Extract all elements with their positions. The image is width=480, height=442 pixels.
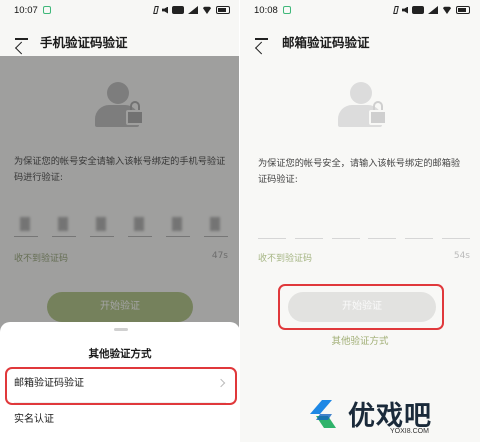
left-phone-screen: 10:07 手机验证码验证 为保证您的帐号安全请输入该帐号绑定的手机号验证码进行… [0,0,240,442]
option-label: 实名认证 [14,414,54,425]
status-icons [393,4,470,16]
other-methods-link[interactable]: 其他验证方式 [240,333,480,347]
battery-icon [456,6,470,14]
status-time: 10:07 [14,5,38,16]
code-digit-5[interactable] [405,215,434,239]
signal-icon [428,6,438,14]
wifi-icon [442,6,452,14]
code-input-row[interactable] [258,215,470,239]
brand-logo-icon [310,400,336,428]
bluetooth-icon [393,6,399,14]
network-tag-icon [172,6,184,14]
back-arrow-icon[interactable] [14,32,30,46]
countdown-timer: 54s [453,251,470,261]
battery-icon [216,6,230,14]
code-digit-4[interactable] [368,215,397,239]
verification-description: 为保证您的帐号安全，请输入该帐号绑定的邮箱验证码验证: [258,158,461,185]
back-arrow-icon[interactable] [254,32,270,46]
page-header: 手机验证码验证 [0,26,240,54]
user-lock-icon [338,82,394,132]
app-notification-icon [43,6,51,14]
status-bar: 10:07 [0,0,240,22]
signal-icon [188,6,198,14]
watermark-url: YOXI8.COM [390,428,429,435]
sheet-title: 其他验证方式 [88,348,152,360]
volume-icon [402,6,408,14]
page-title: 手机验证码验证 [40,35,128,50]
status-time: 10:08 [254,5,278,16]
status-bar: 10:08 [240,0,480,22]
code-digit-2[interactable] [294,215,323,239]
code-digit-1[interactable] [258,215,286,239]
volume-icon [162,6,168,14]
right-phone-screen: 10:08 邮箱验证码验证 为保证您的帐号安全，请输入该帐号绑定的邮箱验证码验证… [240,0,480,442]
watermark-logo: 优戏吧 YOXI8.COM [298,392,478,442]
code-digit-6[interactable] [441,215,470,239]
highlight-box-start-button [278,284,444,330]
sheet-grabber[interactable] [114,328,128,331]
bluetooth-icon [153,6,159,14]
wifi-icon [202,6,212,14]
network-tag-icon [412,6,424,14]
option-realname-verify[interactable]: 实名认证 [14,408,228,432]
code-digit-3[interactable] [331,215,360,239]
resend-code-link[interactable]: 收不到验证码 [258,251,312,264]
highlight-box-email-option [5,367,237,405]
page-header: 邮箱验证码验证 [240,26,480,54]
status-icons [153,4,230,16]
page-title: 邮箱验证码验证 [282,35,370,50]
app-notification-icon [283,6,291,14]
